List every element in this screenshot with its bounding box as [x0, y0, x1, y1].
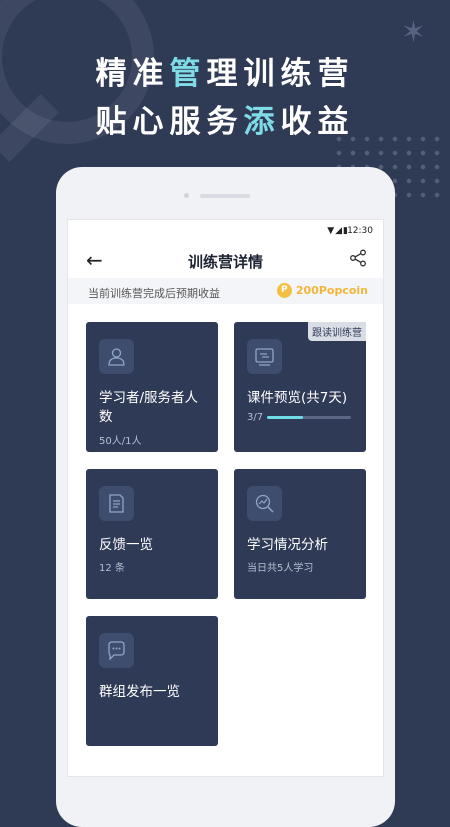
card-subtitle: 当日共5人学习 [247, 563, 314, 574]
signal-battery-icons: ▼◢▮ [327, 226, 349, 236]
earnings-label: 当前训练营完成后预期收益 [88, 287, 220, 300]
card-title: 课件预览(共7天) [247, 390, 348, 406]
app-screen: ▼◢▮ 12:30 ← 训练营详情 当前训练营完成后预期收益 P 200Popc… [67, 219, 384, 777]
card-learners-count[interactable]: 学习者/服务者人数 50人/1人 [86, 322, 218, 452]
popcoin-amount: 200Popcoin [295, 284, 368, 297]
coin-icon: P [276, 283, 292, 298]
card-learning-analysis[interactable]: 学习情况分析 当日共5人学习 [234, 469, 366, 599]
phone-frame: ▼◢▮ 12:30 ← 训练营详情 当前训练营完成后预期收益 P 200Popc… [56, 167, 395, 827]
card-title: 学习情况分析 [247, 537, 328, 553]
card-courseware-preview[interactable]: 跟读训练营 课件预览(共7天) 3/7 [234, 322, 366, 452]
progress-bar [267, 416, 351, 419]
camp-type-tag: 跟读训练营 [308, 322, 366, 341]
progress-fill [267, 416, 304, 419]
status-time: 12:30 [347, 226, 373, 236]
earnings-amount: P 200Popcoin [276, 283, 368, 298]
card-title: 反馈一览 [99, 537, 153, 553]
courseware-icon [247, 339, 282, 374]
person-icon [99, 339, 134, 374]
card-group-posts[interactable]: 群组发布一览 [86, 616, 218, 746]
promo-headline-2: 贴心服务添收益 [95, 104, 355, 140]
speaker-slot [200, 194, 250, 198]
card-feedback-overview[interactable]: 反馈一览 12 条 [86, 469, 218, 599]
document-icon [99, 486, 134, 521]
card-title: 群组发布一览 [99, 684, 180, 700]
expected-earnings-bar: 当前训练营完成后预期收益 P 200Popcoin [68, 278, 383, 304]
star-icon: ✶ [400, 15, 426, 50]
share-icon[interactable] [349, 249, 367, 271]
analytics-icon [247, 486, 282, 521]
card-subtitle: 12 条 [99, 563, 125, 574]
promo-headline-1: 精准管理训练营 [95, 56, 355, 92]
card-subtitle: 50人/1人 [99, 436, 142, 447]
card-title: 学习者/服务者人数 [99, 390, 199, 425]
camera-dot [184, 193, 189, 198]
top-bar: ← 训练营详情 [68, 242, 383, 278]
status-bar: ▼◢▮ 12:30 [68, 220, 383, 242]
progress-count: 3/7 [247, 412, 264, 423]
chat-bubble-icon [99, 633, 134, 668]
page-title: 训练营详情 [187, 253, 263, 271]
